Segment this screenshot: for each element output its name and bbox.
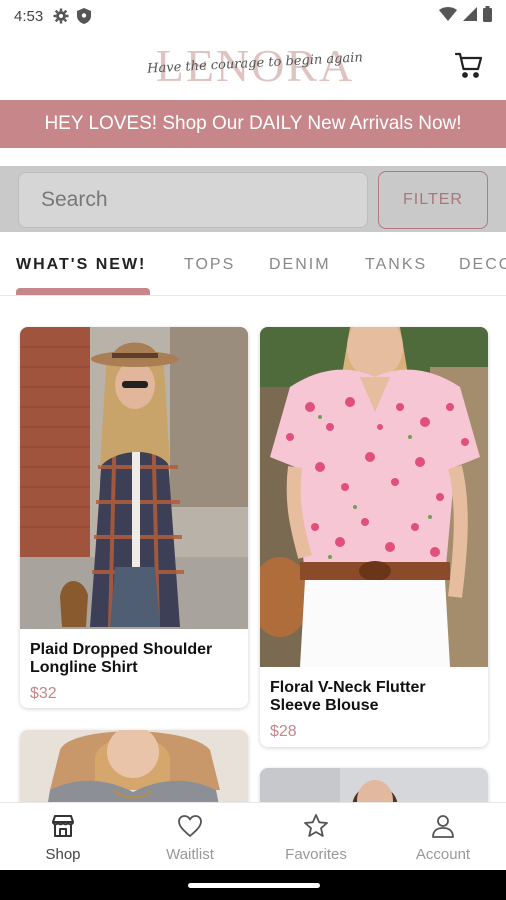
- product-card[interactable]: Floral V-Neck Flutter Sleeve Blouse $28: [260, 327, 488, 747]
- product-grid: Plaid Dropped Shoulder Longline Shirt $3…: [0, 296, 506, 802]
- cart-icon: [454, 52, 484, 84]
- category-tabs: WHAT'S NEW! TOPS DENIM TANKS DECO: [0, 240, 506, 296]
- promo-banner[interactable]: HEY LOVES! Shop Our DAILY New Arrivals N…: [0, 100, 506, 148]
- product-price: $28: [270, 723, 297, 740]
- nav-shop[interactable]: Shop: [0, 803, 126, 871]
- nav-label-favorites: Favorites: [285, 846, 347, 863]
- wifi-icon: [439, 7, 457, 25]
- product-name: Plaid Dropped Shoulder Longline Shirt: [30, 641, 213, 676]
- status-time: 4:53: [14, 7, 44, 25]
- product-image[interactable]: [260, 768, 488, 802]
- nav-label-account: Account: [415, 846, 471, 863]
- tab-whats-new[interactable]: WHAT'S NEW!: [16, 256, 146, 274]
- heart-icon: [177, 813, 203, 839]
- nav-waitlist[interactable]: Waitlist: [127, 803, 253, 871]
- system-gesture-bar: [0, 870, 506, 900]
- product-image[interactable]: [20, 327, 248, 629]
- person-icon: [430, 813, 456, 839]
- shop-icon: [50, 813, 76, 839]
- tab-deco[interactable]: DECO: [459, 256, 506, 274]
- active-tab-indicator: [16, 288, 150, 295]
- promo-text: HEY LOVES! Shop Our DAILY New Arrivals N…: [44, 113, 462, 134]
- product-card[interactable]: [20, 730, 248, 802]
- bottom-navigation: Shop Waitlist Favorites Account: [0, 802, 506, 870]
- cart-button[interactable]: [454, 50, 484, 80]
- product-image[interactable]: [20, 730, 248, 802]
- brand-logo[interactable]: LENORA GRACE Have the courage to begin a…: [90, 36, 420, 143]
- nav-account[interactable]: Account: [380, 803, 506, 871]
- battery-icon: [483, 6, 492, 26]
- product-name: Floral V-Neck Flutter Sleeve Blouse: [270, 679, 426, 714]
- product-price: $32: [30, 685, 57, 702]
- gear-icon: [53, 8, 69, 24]
- tab-denim[interactable]: DENIM: [269, 256, 331, 274]
- home-gesture-handle[interactable]: [188, 883, 320, 888]
- search-input[interactable]: [41, 188, 345, 212]
- nav-label-waitlist: Waitlist: [166, 846, 214, 863]
- nav-label-shop: Shop: [45, 846, 81, 863]
- shield-icon: [77, 8, 92, 24]
- tab-tops[interactable]: TOPS: [184, 256, 235, 274]
- nav-favorites[interactable]: Favorites: [253, 803, 379, 871]
- star-icon: [303, 813, 329, 839]
- signal-icon: [463, 7, 477, 25]
- search-field[interactable]: [18, 172, 368, 228]
- search-bar: FILTER: [0, 166, 506, 232]
- product-card[interactable]: Plaid Dropped Shoulder Longline Shirt $3…: [20, 327, 248, 708]
- filter-button[interactable]: FILTER: [378, 171, 488, 229]
- product-image[interactable]: [260, 327, 488, 667]
- status-bar: 4:53: [0, 0, 506, 32]
- tab-tanks[interactable]: TANKS: [365, 256, 427, 274]
- product-card[interactable]: [260, 768, 488, 802]
- app-header: LENORA GRACE Have the courage to begin a…: [0, 32, 506, 143]
